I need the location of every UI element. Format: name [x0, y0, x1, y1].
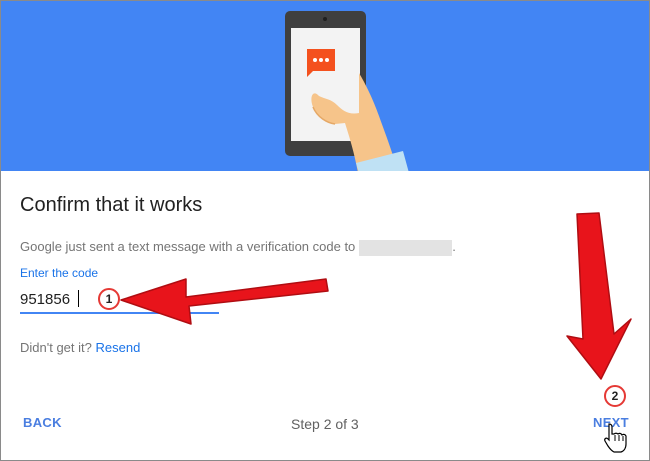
next-button[interactable]: NEXT	[593, 415, 629, 430]
phone-in-hand-illustration	[285, 11, 409, 171]
red-arrow-icon	[566, 212, 632, 380]
verification-description: Google just sent a text message with a v…	[20, 239, 456, 256]
redacted-phone-number	[359, 239, 453, 256]
annotation-marker-2: 2	[604, 385, 626, 407]
description-period: .	[452, 239, 456, 254]
text-caret	[78, 290, 79, 307]
step-indicator: Step 2 of 3	[291, 416, 359, 432]
resend-row: Didn't get it? Resend	[20, 340, 140, 355]
verification-dialog: Confirm that it works Google just sent a…	[0, 0, 650, 461]
code-field-label: Enter the code	[20, 266, 99, 280]
description-text: Google just sent a text message with a v…	[20, 239, 356, 254]
page-title: Confirm that it works	[20, 194, 203, 216]
back-button[interactable]: BACK	[23, 415, 62, 430]
resend-link[interactable]: Resend	[95, 340, 140, 355]
didnt-get-it-text: Didn't get it?	[20, 340, 92, 355]
annotation-marker-1: 1	[98, 288, 120, 310]
chat-bubble-icon	[307, 49, 335, 77]
hero-banner	[1, 1, 649, 171]
